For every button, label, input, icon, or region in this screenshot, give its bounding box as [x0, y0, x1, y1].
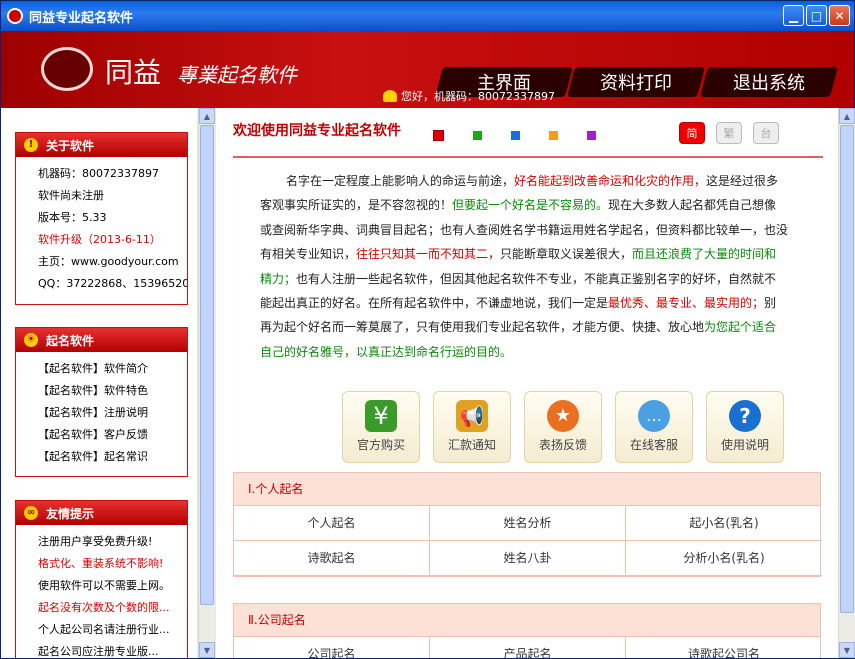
sidebar-scrollbar[interactable]: ▲ ▼	[198, 108, 215, 658]
feedback-button[interactable]: ★ 表扬反馈	[524, 391, 602, 463]
color-swatch-blue[interactable]	[511, 131, 520, 140]
color-swatch-red[interactable]	[433, 130, 444, 141]
software-title: 起名软件	[46, 333, 95, 348]
about-title: 关于软件	[46, 138, 95, 153]
medal-icon: ★	[547, 400, 579, 432]
section-personal: Ⅰ.个人起名 个人起名 姓名分析 起小名(乳名) 诗歌起名 姓名八卦 分析小名(…	[233, 472, 822, 577]
tip-item[interactable]: 起名没有次数及个数的限...	[38, 597, 187, 619]
buy-button[interactable]: ¥ 官方购买	[342, 391, 420, 463]
greeting: 您好，机器码：80072337897	[383, 88, 555, 104]
help-button[interactable]: ? 使用说明	[706, 391, 784, 463]
poetry-naming-link[interactable]: 诗歌起名	[234, 541, 430, 576]
logo	[41, 47, 93, 91]
sidebar-item-register[interactable]: 【起名软件】注册说明	[38, 402, 187, 424]
tip-item[interactable]: 起名公司应注册专业版...	[38, 641, 187, 658]
close-button[interactable]: ✕	[829, 5, 850, 26]
lang-simplified-button[interactable]: 简	[679, 122, 705, 144]
nickname-link[interactable]: 起小名(乳名)	[626, 506, 822, 541]
section-company: Ⅱ.公司起名 公司起名 产品起名 诗歌起公司名	[233, 603, 821, 658]
machine-code: 机器码：80072337897	[38, 167, 159, 180]
about-panel: ! 关于软件 机器码：80072337897 软件尚未注册 版本号：5.33 软件…	[15, 132, 188, 305]
info-icon: !	[24, 138, 38, 152]
name-analysis-link[interactable]: 姓名分析	[430, 506, 626, 541]
header-banner: 同益 專業起名軟件 主界面 资料打印 退出系统 您好，机器码：800723378…	[1, 31, 854, 108]
upgrade-link[interactable]: 软件升级（2013-6-11）	[38, 229, 187, 251]
scroll-thumb[interactable]	[200, 125, 214, 605]
app-window: 同益专业起名软件 ▁ □ ✕ 同益 專業起名軟件 主界面 资料打印 退出系统 您…	[0, 0, 855, 659]
software-panel: ☀ 起名软件 【起名软件】软件简介 【起名软件】软件特色 【起名软件】注册说明 【…	[15, 327, 188, 477]
color-swatch-green[interactable]	[473, 131, 482, 140]
sidebar-item-knowledge[interactable]: 【起名软件】起名常识	[38, 446, 187, 468]
welcome-title: 欢迎使用同益专业起名软件	[233, 123, 401, 139]
color-swatch-orange[interactable]	[549, 131, 558, 140]
section-personal-title: Ⅰ.个人起名	[234, 473, 820, 506]
nickname-analysis-link[interactable]: 分析小名(乳名)	[626, 541, 822, 576]
qq-numbers: QQ：37222868、15396520...	[38, 277, 187, 290]
intro-paragraph: 名字在一定程度上能影响人的命运与前途，好名能起到改善命运和化灾的作用，这是经过很…	[260, 174, 789, 359]
scroll-thumb[interactable]	[840, 125, 854, 613]
nav-print-button[interactable]: 资料打印	[566, 67, 706, 97]
bulb-icon: ☀	[24, 333, 38, 347]
greeting-text: 您好，机器码：80072337897	[401, 90, 555, 103]
brand-name: 同益	[105, 56, 162, 89]
horn-icon: 📢	[456, 400, 488, 432]
sidebar-item-features[interactable]: 【起名软件】软件特色	[38, 380, 187, 402]
tips-panel: ∞ 友情提示 注册用户享受免费升级! 格式化、重装系统不影响! 使用软件可以不需要…	[15, 500, 188, 658]
help-icon: ?	[729, 400, 761, 432]
scroll-up-icon[interactable]: ▲	[199, 108, 215, 124]
section-company-title: Ⅱ.公司起名	[234, 604, 820, 637]
main-content: 欢迎使用同益专业起名软件 简 繁 台 名字在一定程度上能影响人的命运与前途，好名…	[216, 108, 838, 658]
tip-item[interactable]: 格式化、重装系统不影响!	[38, 553, 187, 575]
nav-exit-button[interactable]: 退出系统	[699, 67, 839, 97]
tips-title: 友情提示	[46, 506, 95, 521]
company-naming-link[interactable]: 公司起名	[234, 637, 430, 658]
title-bar[interactable]: 同益专业起名软件 ▁ □ ✕	[1, 1, 854, 31]
scroll-down-icon[interactable]: ▼	[199, 642, 215, 658]
sidebar: ! 关于软件 机器码：80072337897 软件尚未注册 版本号：5.33 软件…	[1, 108, 197, 658]
minimize-button[interactable]: ▁	[783, 5, 804, 26]
maximize-button[interactable]: □	[806, 5, 827, 26]
remittance-button[interactable]: 📢 汇款通知	[433, 391, 511, 463]
name-bagua-link[interactable]: 姓名八卦	[430, 541, 626, 576]
sidebar-item-intro[interactable]: 【起名软件】软件简介	[38, 358, 187, 380]
color-swatch-purple[interactable]	[587, 131, 596, 140]
scroll-down-icon[interactable]: ▼	[839, 642, 855, 658]
app-icon	[7, 8, 23, 24]
tip-item[interactable]: 个人起公司名请注册行业...	[38, 619, 187, 641]
sidebar-item-feedback[interactable]: 【起名软件】客户反馈	[38, 424, 187, 446]
registration-status: 软件尚未注册	[38, 189, 104, 202]
chat-icon: …	[638, 400, 670, 432]
tip-item[interactable]: 注册用户享受免费升级!	[38, 531, 187, 553]
yen-icon: ¥	[365, 400, 397, 432]
window-title: 同益专业起名软件	[29, 10, 134, 26]
lang-traditional-button[interactable]: 繁	[716, 122, 742, 144]
scroll-up-icon[interactable]: ▲	[839, 108, 855, 124]
homepage-link[interactable]: 主页：www.goodyour.com	[38, 251, 187, 273]
title-divider	[233, 156, 823, 158]
online-support-button[interactable]: … 在线客服	[615, 391, 693, 463]
brand-subtitle: 專業起名軟件	[177, 63, 297, 87]
product-naming-link[interactable]: 产品起名	[430, 637, 626, 658]
tip-item[interactable]: 使用软件可以不需要上网。	[38, 575, 187, 597]
users-icon	[383, 90, 397, 102]
version: 版本号：5.33	[38, 211, 107, 224]
personal-naming-link[interactable]: 个人起名	[234, 506, 430, 541]
main-scrollbar[interactable]: ▲ ▼	[838, 108, 855, 658]
poetry-company-naming-link[interactable]: 诗歌起公司名	[626, 637, 822, 658]
link-icon: ∞	[24, 506, 38, 520]
lang-taiwan-button[interactable]: 台	[753, 122, 779, 144]
